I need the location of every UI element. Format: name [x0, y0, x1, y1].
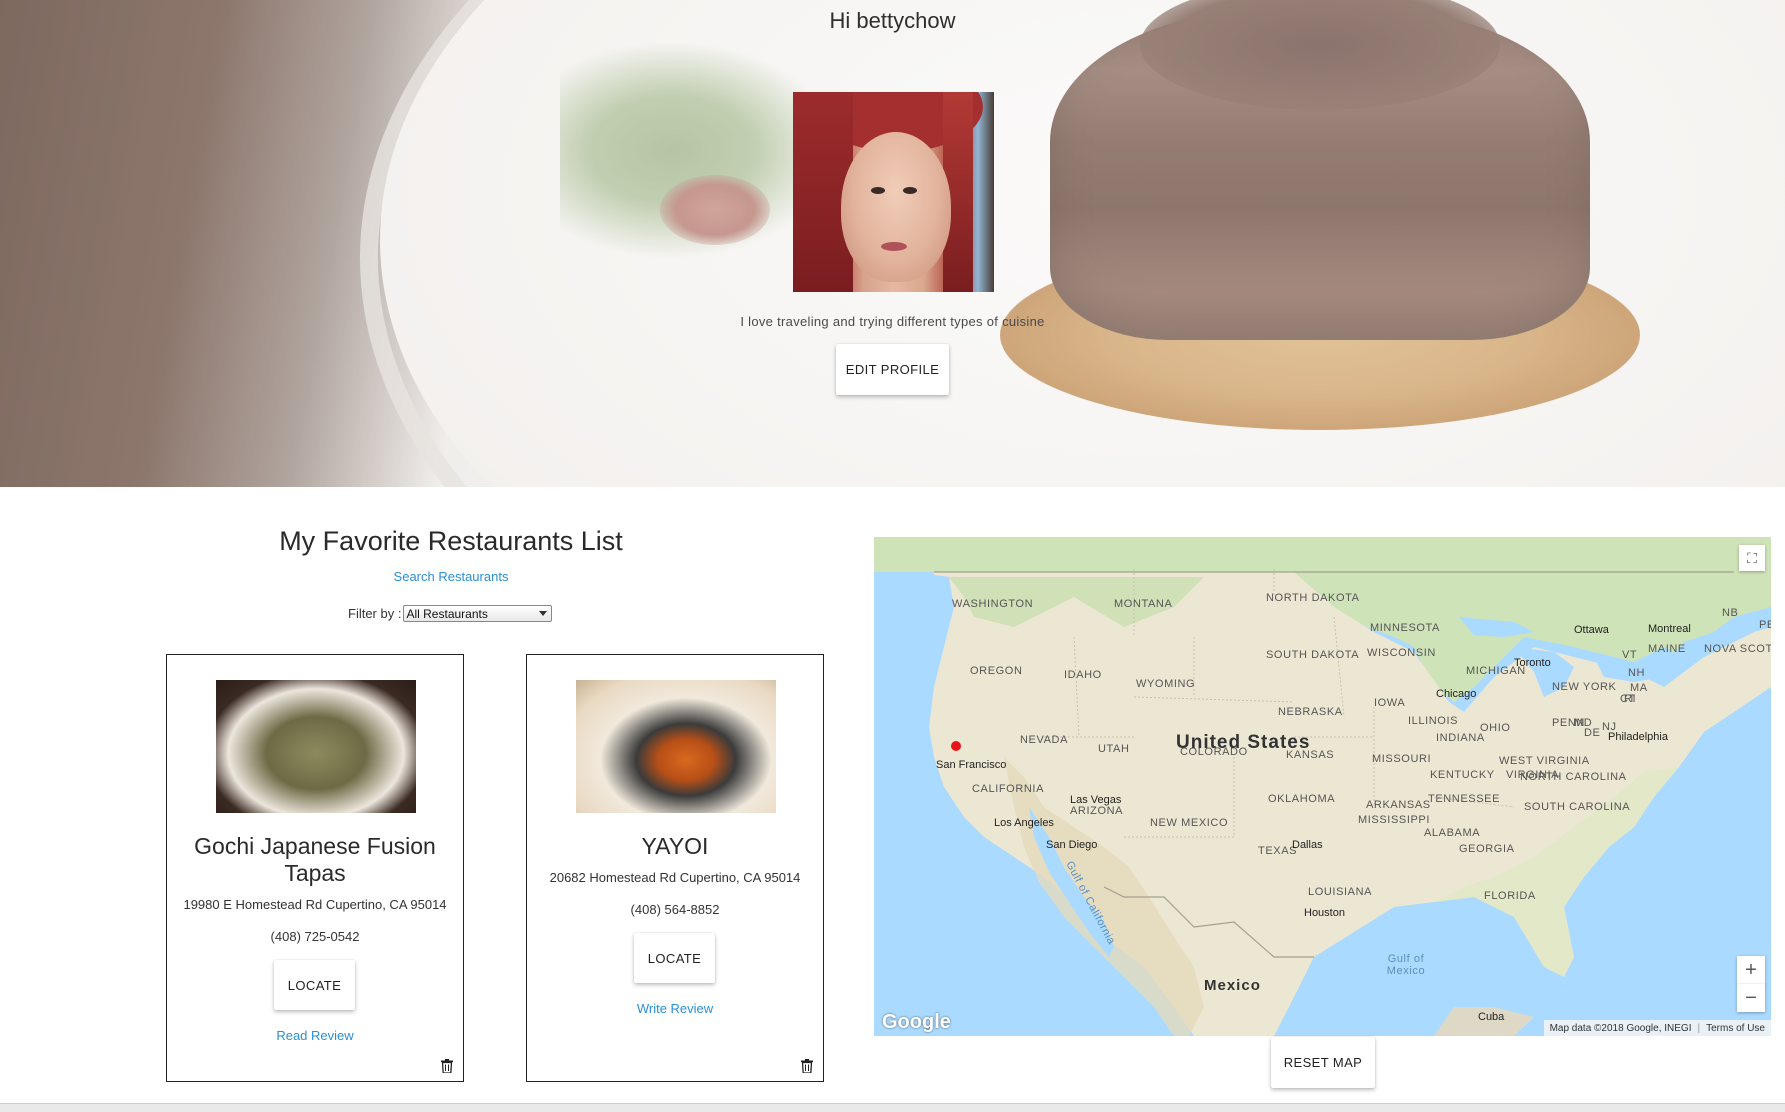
- map-state-label: WYOMING: [1136, 678, 1196, 690]
- review-link-wrap: Write Review: [527, 1000, 823, 1018]
- map-state-label: SOUTH DAKOTA: [1266, 649, 1360, 661]
- map-city-label: Las Vegas: [1070, 794, 1122, 806]
- map-state-label: UTAH: [1098, 743, 1130, 755]
- map-city-label: Cuba: [1478, 1011, 1505, 1023]
- locate-button[interactable]: LOCATE: [274, 960, 355, 1010]
- map-city-label: San Francisco: [936, 759, 1007, 771]
- fullscreen-icon[interactable]: ⛶: [1739, 545, 1765, 571]
- write-review-link[interactable]: Write Review: [637, 1001, 713, 1016]
- map-state-label: NORTH CAROLINA: [1520, 771, 1627, 783]
- terms-of-use-link[interactable]: Terms of Use: [1706, 1023, 1765, 1034]
- map-state-label: LOUISIANA: [1308, 886, 1373, 898]
- edit-profile-button[interactable]: EDIT PROFILE: [836, 344, 949, 395]
- map-state-label: NH: [1628, 667, 1646, 679]
- map-state-label: ALABAMA: [1424, 827, 1481, 839]
- zoom-out-button[interactable]: −: [1737, 984, 1765, 1012]
- map-state-label: ARKANSAS: [1366, 799, 1431, 811]
- zoom-in-button[interactable]: +: [1737, 956, 1765, 985]
- map-state-label: TENNESSEE: [1428, 793, 1501, 805]
- map-state-label: NEVADA: [1020, 734, 1069, 746]
- map-state-label: INDIANA: [1436, 732, 1485, 744]
- map-state-label: NEW YORK: [1552, 681, 1617, 693]
- locate-button[interactable]: LOCATE: [634, 933, 715, 983]
- map-state-label: PE: [1759, 619, 1771, 631]
- map-state-label: NEBRASKA: [1278, 706, 1343, 718]
- map-state-label: OKLAHOMA: [1268, 793, 1336, 805]
- map-state-label: NOVA SCOT: [1704, 643, 1771, 655]
- search-restaurants-link[interactable]: Search Restaurants: [394, 569, 509, 584]
- map-country-label: United States: [1176, 732, 1311, 753]
- map-state-label: VT: [1622, 649, 1638, 661]
- restaurant-name: YAYOI: [641, 833, 709, 859]
- map-state-label: KENTUCKY: [1430, 769, 1495, 781]
- restaurant-photo: [576, 680, 776, 813]
- map-state-label: MISSISSIPPI: [1358, 814, 1431, 826]
- map-city-label: Toronto: [1514, 657, 1551, 669]
- map-state-label: MAINE: [1648, 643, 1686, 655]
- map-state-label: IDAHO: [1064, 669, 1102, 681]
- filter-row: Filter by : All Restaurants: [348, 605, 553, 622]
- map-country-label: Mexico: [1204, 977, 1261, 994]
- map-city-label: San Diego: [1046, 839, 1098, 851]
- trash-icon[interactable]: [441, 1059, 453, 1073]
- map-state-label: CALIFORNIA: [972, 783, 1045, 795]
- map-state-label: MISSOURI: [1372, 753, 1432, 765]
- filter-select-value: All Restaurants: [406, 606, 488, 621]
- filter-select[interactable]: All Restaurants: [403, 605, 553, 622]
- restaurant-photo: [216, 680, 416, 813]
- restaurant-address: 19980 E Homestead Rd Cupertino, CA 95014: [183, 897, 447, 912]
- map-state-label: WASHINGTON: [952, 598, 1034, 610]
- filter-label: Filter by :: [348, 606, 402, 621]
- map-state-label: FLORIDA: [1484, 890, 1536, 902]
- map-attribution-text: Map data ©2018 Google, INEGI: [1549, 1022, 1692, 1034]
- avatar-mouth: [881, 242, 907, 251]
- map-state-label: ARIZONA: [1070, 805, 1124, 817]
- map-city-label: Ottawa: [1574, 624, 1609, 636]
- map-state-label: DE: [1584, 727, 1601, 739]
- map-state-label: MINNESOTA: [1370, 622, 1440, 634]
- map-city-label: Dallas: [1292, 839, 1323, 851]
- map-state-label: ILLINOIS: [1408, 715, 1459, 727]
- chevron-down-icon: [539, 611, 548, 616]
- map-state-label: IOWA: [1374, 697, 1406, 709]
- google-logo: Google: [882, 1011, 951, 1033]
- profile-bio: I love traveling and trying different ty…: [740, 314, 1045, 329]
- map-city-label: Philadelphia: [1608, 731, 1668, 743]
- restaurant-card: Gochi Japanese Fusion Tapas 19980 E Home…: [166, 654, 464, 1082]
- map-city-label: Houston: [1304, 907, 1345, 919]
- restaurant-card: YAYOI 20682 Homestead Rd Cupertino, CA 9…: [526, 654, 824, 1082]
- search-restaurants-link-wrap: Search Restaurants: [140, 568, 762, 586]
- greeting-heading: Hi bettychow: [829, 8, 956, 33]
- avatar-face: [841, 132, 951, 282]
- map-state-label: WISCONSIN: [1367, 647, 1436, 659]
- map-city-label: Chicago: [1436, 688, 1477, 700]
- restaurant-map-marker[interactable]: [951, 741, 961, 751]
- map-state-label: NEW MEXICO: [1150, 817, 1229, 829]
- map-attribution: Map data ©2018 Google, INEGI | Terms of …: [1543, 1020, 1771, 1036]
- map-view[interactable]: WASHINGTON MONTANA NORTH DAKOTA MINNESOT…: [874, 537, 1771, 1036]
- trash-icon[interactable]: [801, 1059, 813, 1073]
- map-water-label: Gulf of Mexico: [1386, 953, 1426, 977]
- read-review-link[interactable]: Read Review: [276, 1028, 353, 1043]
- restaurant-phone: (408) 725-0542: [270, 929, 360, 944]
- map-state-label: GEORGIA: [1459, 843, 1515, 855]
- restaurant-name: Gochi Japanese Fusion Tapas: [194, 833, 436, 886]
- map-city-label: Los Angeles: [994, 817, 1054, 829]
- map-state-label: NB: [1722, 607, 1739, 619]
- avatar-eye: [871, 187, 885, 194]
- map-state-label: MONTANA: [1114, 598, 1173, 610]
- map-state-label: NORTH DAKOTA: [1266, 592, 1360, 604]
- restaurant-phone: (408) 564-8852: [630, 902, 720, 917]
- restaurant-address: 20682 Homestead Rd Cupertino, CA 95014: [549, 870, 801, 885]
- avatar-eye: [903, 187, 917, 194]
- map-state-label: SOUTH CAROLINA: [1524, 801, 1631, 813]
- avatar: [793, 92, 994, 292]
- map-state-label: RI: [1624, 693, 1637, 705]
- favorites-title: My Favorite Restaurants List: [279, 526, 623, 556]
- review-link-wrap: Read Review: [167, 1027, 463, 1045]
- map-state-label: OREGON: [970, 665, 1023, 677]
- map-state-label: WEST VIRGINIA: [1499, 755, 1590, 767]
- reset-map-button[interactable]: RESET MAP: [1271, 1037, 1375, 1088]
- map-city-label: Montreal: [1648, 623, 1691, 635]
